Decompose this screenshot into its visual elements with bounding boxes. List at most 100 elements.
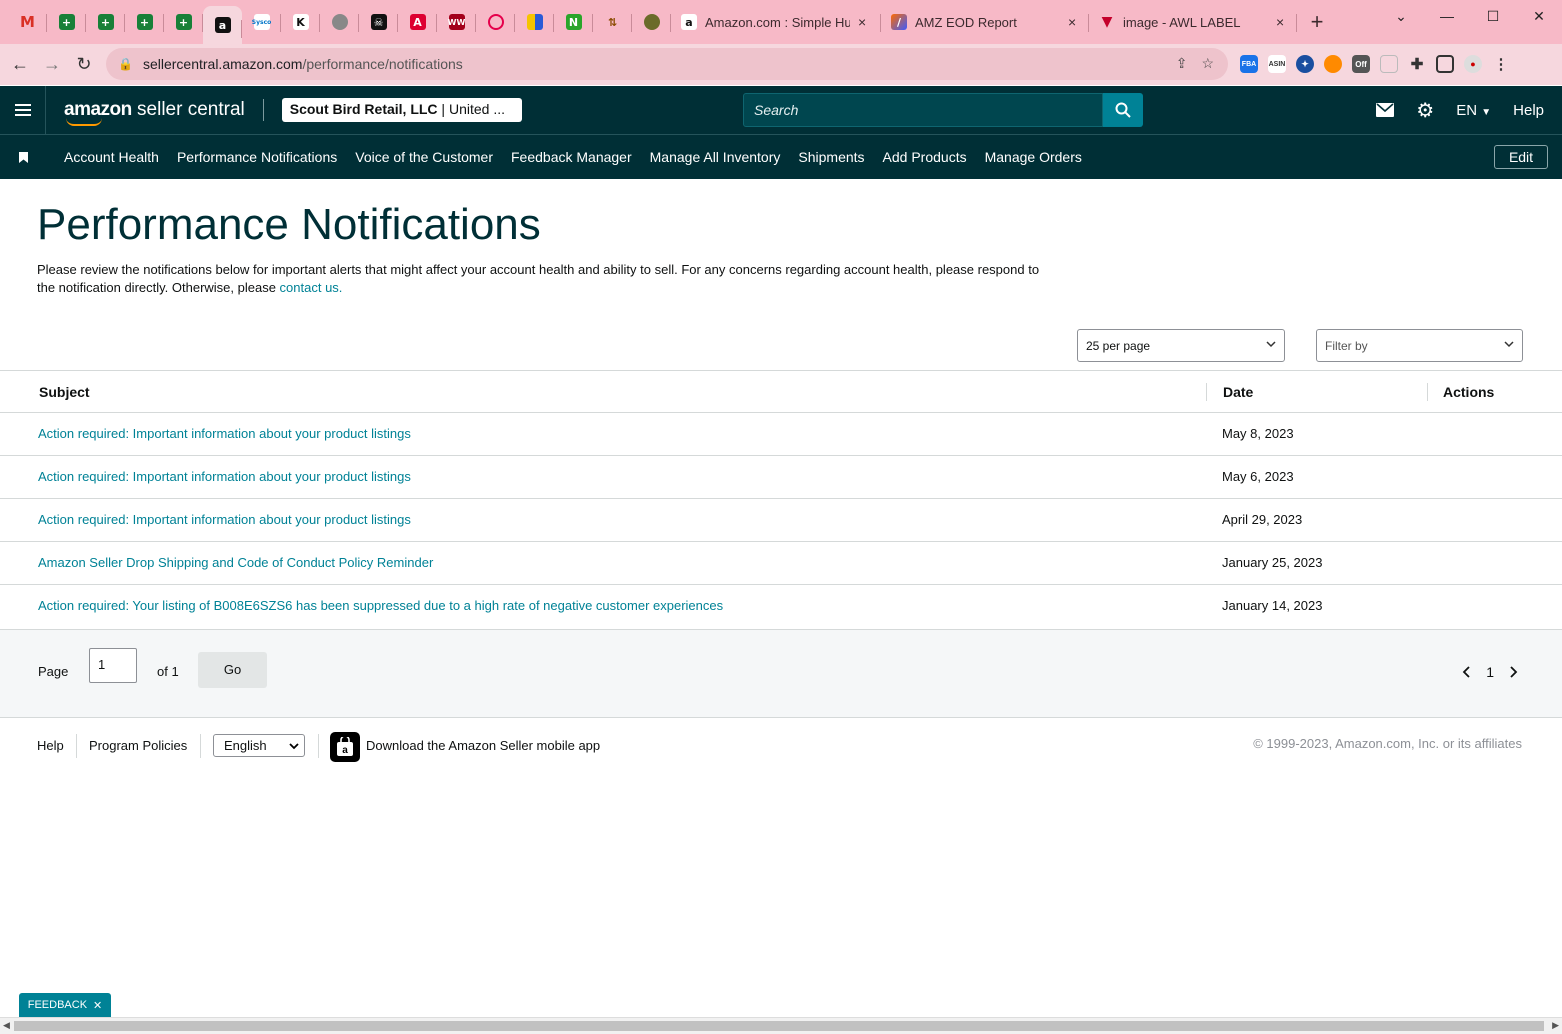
seller-extension-icon[interactable]: ASIN — [1268, 55, 1286, 73]
fba-extension-icon[interactable]: FBA — [1240, 55, 1258, 73]
close-icon[interactable]: ✕ — [93, 999, 102, 1012]
caret-down-icon: ▼ — [1481, 106, 1492, 118]
tab-grid[interactable] — [515, 0, 554, 44]
close-icon[interactable]: × — [1068, 14, 1076, 30]
program-policies-link[interactable]: Program Policies — [89, 738, 187, 753]
more-menu-icon[interactable]: ⋮ — [1492, 55, 1510, 73]
tab-search-icon[interactable]: ⌄ — [1378, 0, 1424, 32]
search-button[interactable] — [1103, 93, 1143, 127]
bookmark-star-icon[interactable]: ☆ — [1201, 55, 1214, 72]
helium-extension-icon[interactable]: ✦ — [1296, 55, 1314, 73]
notification-link[interactable]: Amazon Seller Drop Shipping and Code of … — [38, 555, 433, 570]
arrows-icon: ⇅ — [607, 15, 618, 29]
go-button[interactable]: Go — [198, 652, 267, 688]
filter-select[interactable]: Filter by — [1316, 329, 1523, 362]
sheets-icon: + — [58, 14, 75, 30]
tab-n[interactable]: N — [554, 0, 593, 44]
nav-account-health[interactable]: Account Health — [64, 149, 159, 165]
horizontal-scrollbar[interactable]: ◀ ▶ — [0, 1017, 1562, 1034]
nav-manage-inventory[interactable]: Manage All Inventory — [650, 149, 781, 165]
tab-amz-eod[interactable]: / AMZ EOD Report × — [881, 0, 1089, 44]
edit-nav-button[interactable]: Edit — [1494, 145, 1548, 169]
current-page[interactable]: 1 — [1486, 664, 1494, 680]
close-icon[interactable]: × — [858, 14, 866, 30]
tab-sysco[interactable]: Sysco — [242, 0, 281, 44]
mail-icon[interactable] — [1376, 103, 1395, 117]
window-controls: ⌄ — ☐ ✕ — [1378, 0, 1562, 32]
pinned-tabs: M + + + + a Sysco K ☠ A WW N ⇅ — [0, 0, 671, 44]
search-icon — [1115, 102, 1131, 118]
hamburger-menu-icon[interactable] — [0, 86, 46, 134]
account-switcher[interactable]: Scout Bird Retail, LLC | United ... — [281, 98, 522, 122]
tab-ww[interactable]: WW — [437, 0, 476, 44]
address-bar[interactable]: 🔒 sellercentral.amazon.com/performance/n… — [106, 48, 1228, 80]
scrollbar-thumb[interactable] — [14, 1021, 1544, 1031]
nav-voice-of-customer[interactable]: Voice of the Customer — [355, 149, 493, 165]
nav-feedback-manager[interactable]: Feedback Manager — [511, 149, 632, 165]
tab-sheets-1[interactable]: + — [47, 0, 86, 44]
tab-arrows[interactable]: ⇅ — [593, 0, 632, 44]
help-link[interactable]: Help — [1513, 102, 1544, 119]
maximize-icon[interactable]: ☐ — [1470, 0, 1516, 32]
language-select[interactable]: English — [213, 734, 305, 757]
tab-sheets-2[interactable]: + — [86, 0, 125, 44]
seller-app-icon[interactable]: a — [330, 732, 360, 762]
notification-link[interactable]: Action required: Important information a… — [38, 426, 411, 441]
tab-pirate[interactable]: ☠ — [359, 0, 398, 44]
notification-link[interactable]: Action required: Your listing of B008E6S… — [38, 598, 723, 613]
tab-hat[interactable] — [632, 0, 671, 44]
new-tab-button[interactable]: + — [1297, 9, 1337, 35]
column-actions: Actions — [1443, 384, 1495, 400]
seller-central-logo[interactable]: amazon seller central — [64, 99, 245, 126]
close-window-icon[interactable]: ✕ — [1516, 0, 1562, 32]
tab-amazon-active[interactable]: a — [203, 6, 242, 44]
table-row: Amazon Seller Drop Shipping and Code of … — [0, 542, 1562, 585]
tab-sheets-3[interactable]: + — [125, 0, 164, 44]
puzzle-icon[interactable]: ✚ — [1408, 55, 1426, 73]
tab-gmail[interactable]: M — [8, 0, 47, 44]
tab-globe[interactable] — [320, 0, 359, 44]
omnibox-actions: ⇪ ☆ — [1176, 55, 1214, 72]
share-icon[interactable]: ⇪ — [1176, 55, 1188, 72]
nav-add-products[interactable]: Add Products — [883, 149, 967, 165]
tab-angular[interactable]: A — [398, 0, 437, 44]
tab-amazon-simple[interactable]: a Amazon.com : Simple Hum × — [671, 0, 881, 44]
back-icon[interactable]: ← — [4, 54, 36, 75]
footer-help-link[interactable]: Help — [37, 738, 64, 753]
notification-date: May 8, 2023 — [1222, 426, 1294, 441]
bookmark-icon[interactable] — [0, 151, 46, 163]
tab-sheets-4[interactable]: + — [164, 0, 203, 44]
tab-k[interactable]: K — [281, 0, 320, 44]
nav-manage-orders[interactable]: Manage Orders — [985, 149, 1082, 165]
per-page-select[interactable]: 25 per page — [1077, 329, 1285, 362]
forward-icon[interactable]: → — [36, 54, 68, 75]
tab-awl-label[interactable]: ▼ image - AWL LABEL × — [1089, 0, 1297, 44]
chevron-left-icon[interactable] — [1462, 666, 1472, 678]
minimize-icon[interactable]: — — [1424, 0, 1470, 32]
nav-shipments[interactable]: Shipments — [798, 149, 864, 165]
scroll-right-icon[interactable]: ▶ — [1552, 1020, 1559, 1031]
sidepanel-icon[interactable] — [1436, 55, 1454, 73]
search-input[interactable]: Search — [743, 93, 1103, 127]
download-app-link[interactable]: Download the Amazon Seller mobile app — [366, 738, 600, 753]
table-row: Action required: Important information a… — [0, 456, 1562, 499]
notification-link[interactable]: Action required: Important information a… — [38, 469, 411, 484]
keepa-extension-icon[interactable] — [1324, 55, 1342, 73]
contact-us-link[interactable]: contact us. — [280, 280, 343, 295]
tab-circle[interactable] — [476, 0, 515, 44]
reload-icon[interactable]: ↻ — [68, 54, 100, 75]
page-number-input[interactable]: 1 — [89, 648, 137, 683]
chevron-right-icon[interactable] — [1508, 666, 1518, 678]
notification-link[interactable]: Action required: Important information a… — [38, 512, 411, 527]
sheets-icon: + — [97, 14, 114, 30]
profile-avatar[interactable]: ● — [1464, 55, 1482, 73]
ghost-extension-icon[interactable] — [1380, 55, 1398, 73]
gear-icon[interactable]: ⚙ — [1416, 98, 1434, 123]
off-extension-icon[interactable]: Off — [1352, 55, 1370, 73]
nav-performance-notifications[interactable]: Performance Notifications — [177, 149, 337, 165]
scroll-left-icon[interactable]: ◀ — [3, 1020, 10, 1031]
feedback-button[interactable]: FEEDBACK ✕ — [19, 993, 111, 1017]
account-name: Scout Bird Retail, LLC — [289, 101, 438, 117]
close-icon[interactable]: × — [1276, 14, 1284, 30]
language-selector[interactable]: EN ▼ — [1456, 102, 1491, 119]
